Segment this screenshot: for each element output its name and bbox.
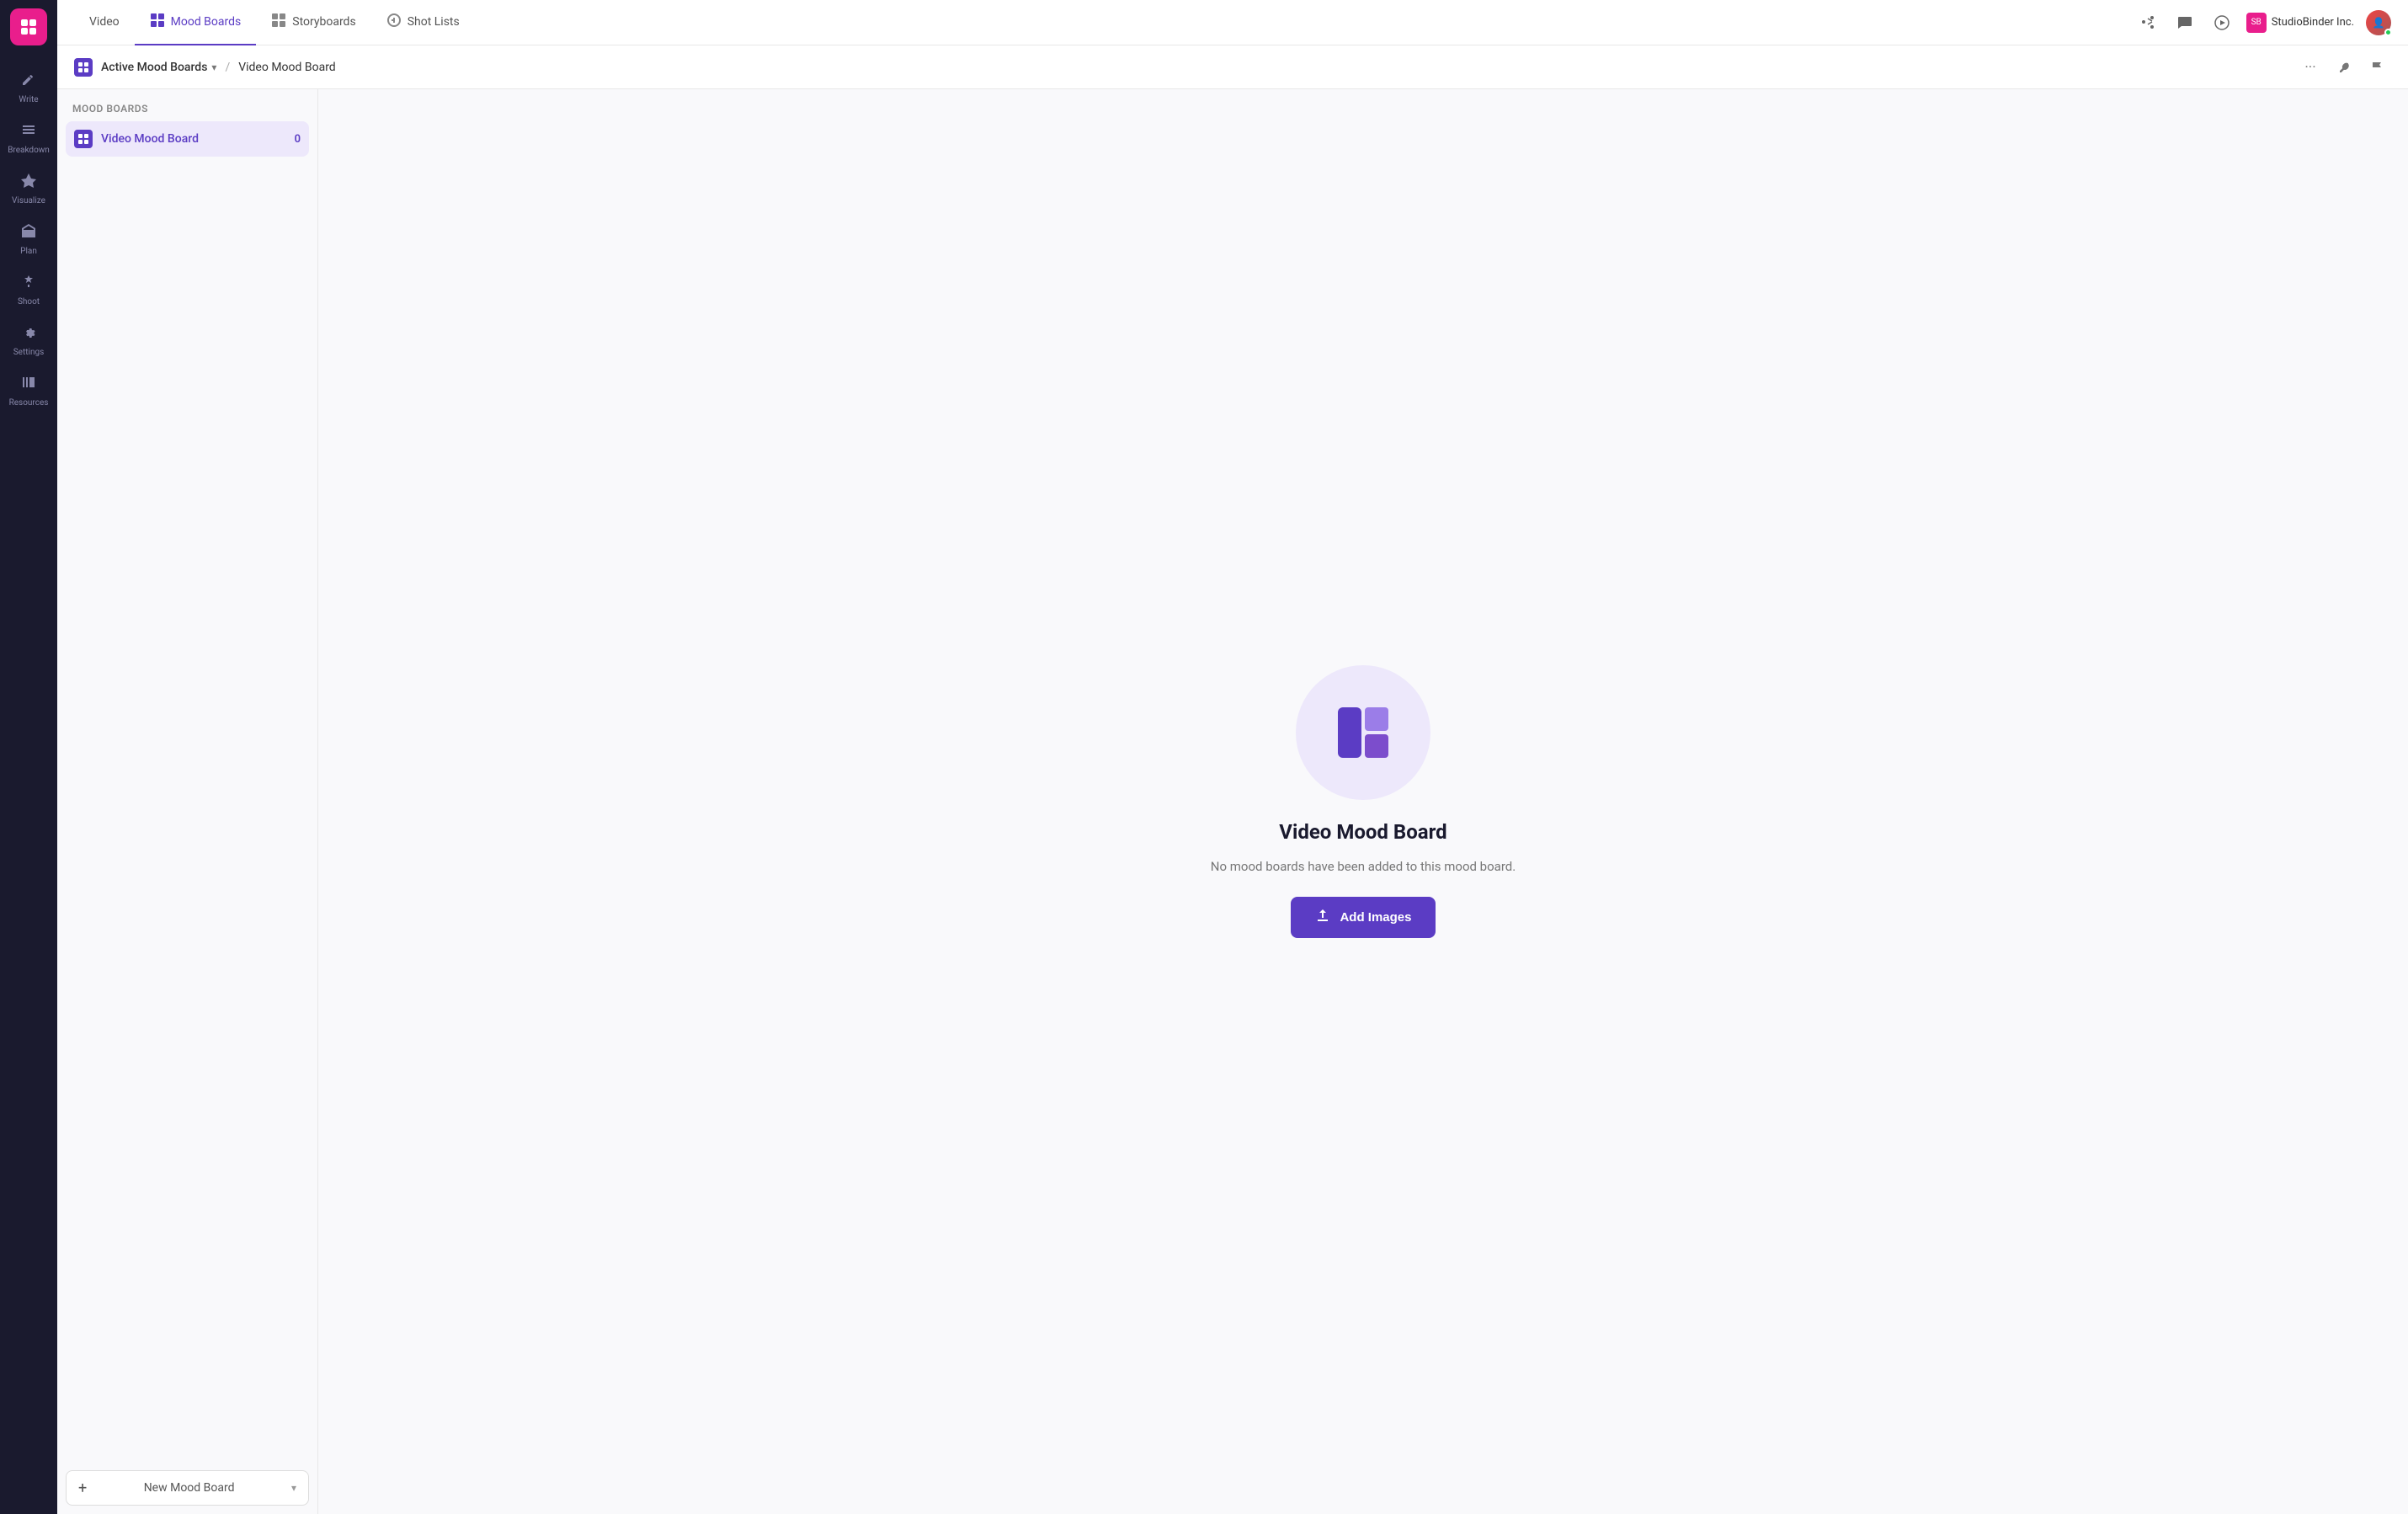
breadcrumb-dropdown-label: Active Mood Boards	[101, 61, 207, 74]
dropdown-chevron-icon: ▾	[211, 61, 216, 73]
empty-state: Video Mood Board No mood boards have bee…	[1211, 665, 1516, 938]
active-moodboards-dropdown[interactable]: Active Mood Boards ▾	[101, 61, 216, 74]
add-images-label: Add Images	[1340, 910, 1411, 925]
mood-board-list: Video Mood Board 0	[57, 121, 317, 1462]
breadcrumb-current-label: Video Mood Board	[238, 61, 336, 74]
icon-sidebar: Write Breakdown Visualize Plan Shoot Set…	[0, 0, 57, 1514]
add-images-button[interactable]: Add Images	[1291, 897, 1435, 938]
left-panel-header: Mood Boards	[57, 89, 317, 121]
sidebar-item-visualize-label: Visualize	[12, 196, 45, 205]
sidebar-item-settings-label: Settings	[13, 348, 45, 357]
mood-board-grid-icon	[1338, 707, 1388, 758]
add-mood-board-label: New Mood Board	[144, 1481, 235, 1495]
left-panel: Mood Boards Video Mood Board 0 + New Moo…	[57, 89, 318, 1514]
sidebar-item-write-label: Write	[19, 95, 38, 104]
sidebar-item-breakdown[interactable]: Breakdown	[0, 113, 57, 163]
mood-board-item-label: Video Mood Board	[101, 132, 286, 146]
sidebar-item-write[interactable]: Write	[0, 62, 57, 113]
logo[interactable]	[10, 8, 47, 45]
tab-storyboards[interactable]: Storyboards	[256, 0, 370, 45]
plus-icon: +	[78, 1479, 87, 1497]
empty-state-subtitle: No mood boards have been added to this m…	[1211, 857, 1516, 877]
write-icon	[20, 71, 37, 92]
breadcrumb-icon	[74, 58, 93, 77]
sidebar-item-plan[interactable]: Plan	[0, 214, 57, 264]
sidebar-item-resources[interactable]: Resources	[0, 365, 57, 416]
grid-cell-top-right	[1365, 707, 1388, 731]
mood-board-item-count: 0	[295, 133, 301, 146]
main-area: Video Mood Boards Storyboards Shot Lists	[57, 0, 2408, 1514]
tab-moodboards-label: Mood Boards	[171, 15, 242, 29]
sidebar-item-settings[interactable]: Settings	[0, 315, 57, 365]
pin-button[interactable]	[2331, 54, 2357, 81]
sidebar-item-visualize[interactable]: Visualize	[0, 163, 57, 214]
top-nav: Video Mood Boards Storyboards Shot Lists	[57, 0, 2408, 45]
mood-board-item-icon	[74, 130, 93, 148]
company-name: StudioBinder Inc.	[2272, 16, 2354, 29]
add-mood-board-button[interactable]: + New Mood Board ▾	[66, 1470, 309, 1506]
sb-logo: SB	[2246, 13, 2267, 33]
more-options-button[interactable]: ···	[2297, 54, 2324, 81]
add-mood-board-chevron-icon: ▾	[291, 1482, 296, 1494]
tab-moodboards[interactable]: Mood Boards	[135, 0, 257, 45]
tab-video-label: Video	[89, 15, 120, 29]
studiobinder-label: SB StudioBinder Inc.	[2246, 13, 2354, 33]
shoot-icon	[20, 273, 37, 294]
right-panel: Video Mood Board No mood boards have bee…	[318, 89, 2408, 1514]
sidebar-item-shoot[interactable]: Shoot	[0, 264, 57, 315]
tab-shotlists[interactable]: Shot Lists	[371, 0, 475, 45]
breakdown-icon	[20, 121, 37, 142]
online-indicator	[2384, 29, 2392, 36]
comment-button[interactable]	[2172, 10, 2198, 35]
share-button[interactable]	[2135, 10, 2160, 35]
empty-state-title: Video Mood Board	[1279, 820, 1446, 844]
mood-board-item[interactable]: Video Mood Board 0	[66, 121, 309, 157]
plan-icon	[20, 222, 37, 243]
grid-cell-large	[1338, 707, 1361, 758]
tab-shotlists-label: Shot Lists	[408, 15, 460, 29]
sidebar-item-plan-label: Plan	[20, 247, 37, 256]
sidebar-item-shoot-label: Shoot	[18, 297, 40, 307]
sub-header-actions: ···	[2297, 54, 2391, 81]
tab-storyboards-label: Storyboards	[292, 15, 355, 29]
breadcrumb-separator: /	[225, 61, 230, 74]
moodboards-tab-icon	[150, 13, 165, 31]
sub-header: Active Mood Boards ▾ / Video Mood Board …	[57, 45, 2408, 89]
empty-state-circle	[1296, 665, 1430, 800]
shotlists-tab-icon	[386, 13, 402, 31]
flag-button[interactable]	[2364, 54, 2391, 81]
upload-icon	[1314, 907, 1331, 928]
user-avatar[interactable]: 👤	[2366, 10, 2391, 35]
content-row: Mood Boards Video Mood Board 0 + New Moo…	[57, 89, 2408, 1514]
tab-video[interactable]: Video	[74, 0, 135, 45]
top-nav-right: SB StudioBinder Inc. 👤	[2135, 10, 2391, 35]
storyboards-tab-icon	[271, 13, 286, 31]
grid-cell-bottom-right	[1365, 734, 1388, 758]
visualize-icon	[20, 172, 37, 193]
sidebar-item-breakdown-label: Breakdown	[8, 146, 50, 155]
sidebar-item-resources-label: Resources	[9, 398, 49, 408]
play-button[interactable]	[2209, 10, 2235, 35]
resources-icon	[20, 374, 37, 395]
more-dots-icon: ···	[2304, 59, 2315, 76]
settings-icon	[20, 323, 37, 344]
